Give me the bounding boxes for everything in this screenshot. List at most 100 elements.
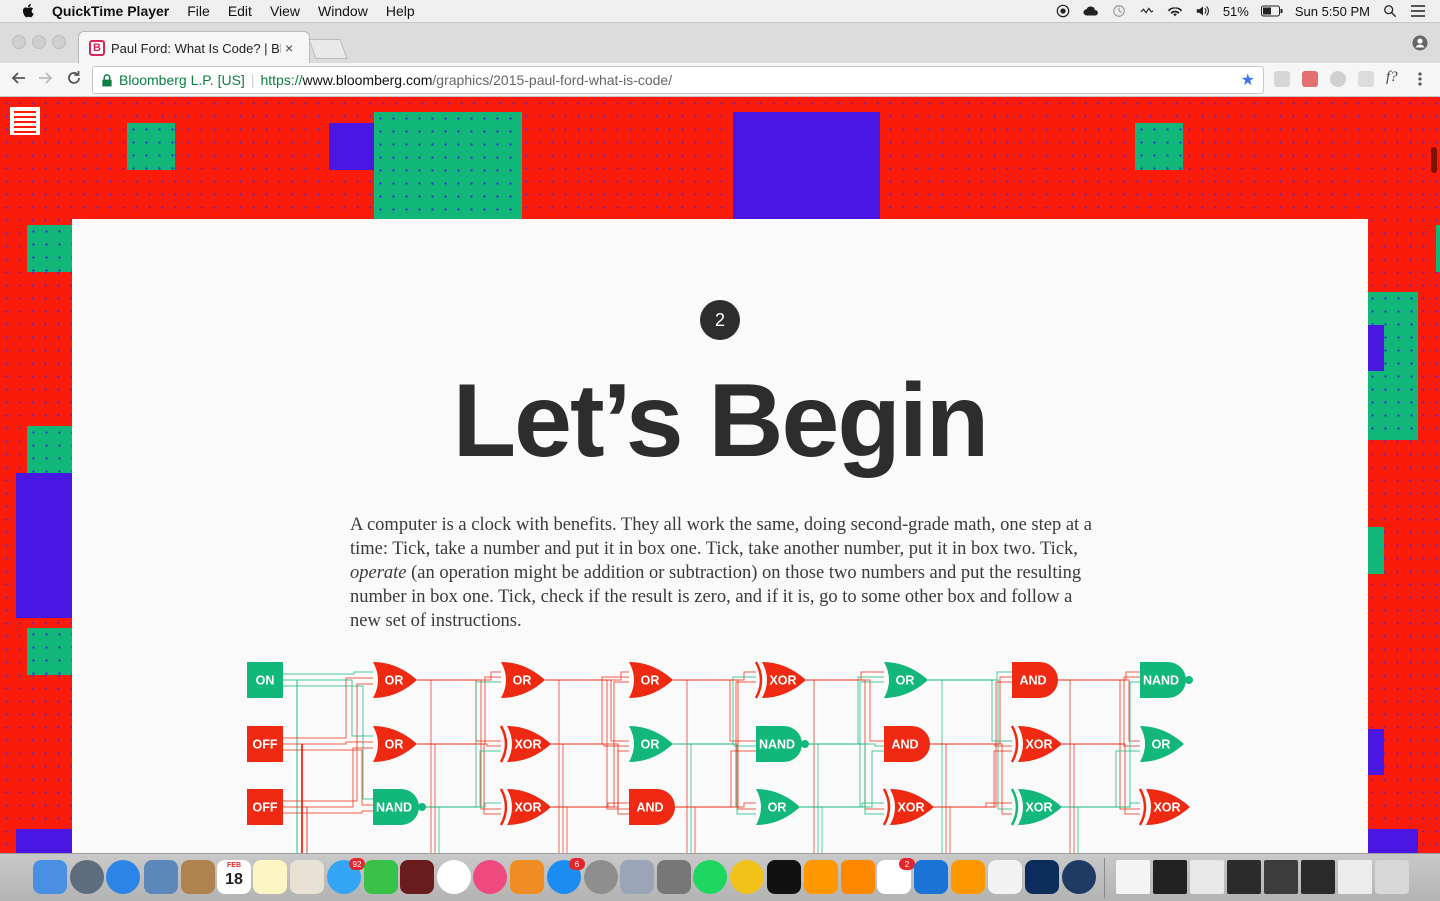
slack-icon[interactable]: 2 (877, 860, 911, 894)
deco-block (1366, 729, 1384, 775)
recent-window-thumbnail[interactable] (1264, 860, 1298, 894)
menu-edit[interactable]: Edit (228, 3, 252, 19)
textedit-icon[interactable] (988, 860, 1022, 894)
logic-gate-xor: XOR (884, 789, 934, 825)
clock[interactable]: Sun 5:50 PM (1295, 4, 1370, 19)
recent-window-thumbnail[interactable] (1227, 860, 1261, 894)
chrome-icon[interactable] (730, 860, 764, 894)
recent-window-thumbnail[interactable] (1190, 860, 1224, 894)
bloomberg-favicon-icon: B (89, 40, 105, 56)
browser-toolbar: Bloomberg L.P. [US] | https://www.bloomb… (0, 63, 1440, 97)
svg-text:OR: OR (513, 674, 532, 688)
battery-percent: 51% (1223, 4, 1249, 19)
url-scheme: https:// (260, 72, 302, 88)
zoom-window-button[interactable] (52, 35, 66, 49)
profile-icon[interactable] (1412, 35, 1428, 51)
ev-certificate-label[interactable]: Bloomberg L.P. [US] (119, 72, 245, 88)
photos-icon[interactable] (437, 860, 471, 894)
logic-gate-xor: XOR (756, 662, 806, 698)
circuit-input-on[interactable]: ON (247, 662, 283, 698)
address-bar[interactable]: Bloomberg L.P. [US] | https://www.bloomb… (92, 66, 1264, 94)
apple-menu-icon[interactable] (20, 3, 38, 19)
image-capture-icon[interactable] (620, 860, 654, 894)
tab-close-icon[interactable]: × (285, 40, 293, 56)
app-store-icon[interactable]: 6 (547, 860, 581, 894)
app-menu[interactable]: QuickTime Player (52, 3, 169, 19)
photo-booth-icon[interactable] (400, 860, 434, 894)
photoshop-icon[interactable] (1025, 860, 1059, 894)
deco-block (1366, 527, 1384, 574)
sourcetree-icon[interactable] (914, 860, 948, 894)
wire-layer (283, 672, 1140, 853)
deco-block (27, 628, 73, 675)
minimize-window-button[interactable] (32, 35, 46, 49)
record-icon[interactable] (1055, 4, 1071, 18)
notes-icon[interactable] (253, 860, 287, 894)
volume-icon[interactable] (1195, 4, 1211, 18)
spotify-icon[interactable] (693, 860, 727, 894)
sublime-icon[interactable] (951, 860, 985, 894)
logic-gate-nand: NAND (1140, 662, 1193, 698)
preview-icon[interactable] (144, 860, 178, 894)
bookmark-star-icon[interactable]: ★ (1241, 70, 1255, 90)
url-path: /graphics/2015-paul-ford-what-is-code/ (432, 72, 672, 88)
calculator-icon[interactable] (657, 860, 691, 894)
shield-extension-icon[interactable] (1330, 71, 1346, 87)
scrollbar-thumb[interactable] (1431, 147, 1437, 173)
recent-window-thumbnail[interactable] (1116, 860, 1150, 894)
creative-cloud-icon[interactable] (1083, 4, 1099, 18)
system-preferences-icon[interactable] (584, 860, 618, 894)
logic-gate-and: AND (1012, 662, 1058, 698)
itunes-icon[interactable] (473, 860, 507, 894)
k-extension-icon[interactable] (1358, 71, 1374, 87)
contacts-icon[interactable] (181, 860, 215, 894)
calendar-icon[interactable]: FEB 18 (217, 860, 251, 894)
trash-icon[interactable] (1375, 860, 1409, 894)
messages-icon[interactable]: 92 (327, 860, 361, 894)
formula-extension-icon[interactable]: f? (1386, 69, 1398, 86)
circuit-input-off[interactable]: OFF (247, 726, 283, 762)
finder-icon[interactable] (33, 860, 67, 894)
logic-gate-or: OR (629, 726, 673, 762)
ibooks-icon[interactable] (510, 860, 544, 894)
back-arrow-icon[interactable] (10, 70, 26, 86)
sublime-text-icon[interactable] (804, 860, 838, 894)
safari-icon[interactable] (106, 860, 140, 894)
menu-help[interactable]: Help (386, 3, 415, 19)
menu-window[interactable]: Window (318, 3, 368, 19)
menu-view[interactable]: View (270, 3, 300, 19)
svg-text:OR: OR (385, 674, 404, 688)
spotlight-search-icon[interactable] (1382, 4, 1398, 18)
browser-tab-active[interactable]: B Paul Ford: What Is Code? | Bl × (78, 31, 310, 64)
menu-file[interactable]: File (187, 3, 210, 19)
page-scrollbar[interactable] (1426, 97, 1440, 853)
quicktime-icon[interactable] (1062, 860, 1096, 894)
wifi-icon[interactable] (1167, 4, 1183, 18)
battery-icon[interactable] (1261, 4, 1283, 18)
forward-arrow-icon[interactable] (38, 70, 54, 86)
logic-gate-nand: NAND (756, 726, 809, 762)
vlc-icon[interactable] (841, 860, 875, 894)
facetime-icon[interactable] (364, 860, 398, 894)
notification-center-icon[interactable] (1410, 4, 1426, 18)
reload-icon[interactable] (66, 70, 82, 86)
recent-window-thumbnail[interactable] (1153, 860, 1187, 894)
circuit-input-off[interactable]: OFF (247, 789, 283, 825)
recent-window-thumbnail[interactable] (1338, 860, 1372, 894)
svg-text:XOR: XOR (897, 801, 924, 815)
recent-window-thumbnail[interactable] (1301, 860, 1335, 894)
hamburger-menu-icon[interactable] (10, 107, 40, 135)
launchpad-icon[interactable] (70, 860, 104, 894)
logic-gate-xor: XOR (501, 789, 551, 825)
maps-icon[interactable] (290, 860, 324, 894)
cast-extension-icon[interactable] (1274, 71, 1290, 87)
close-window-button[interactable] (12, 35, 26, 49)
svg-text:OR: OR (641, 674, 660, 688)
chrome-menu-icon[interactable] (1416, 71, 1424, 87)
time-machine-icon[interactable] (1111, 4, 1127, 18)
terminal-icon[interactable] (767, 860, 801, 894)
new-tab-button[interactable] (308, 39, 347, 59)
activity-icon[interactable] (1139, 4, 1155, 18)
deco-block (27, 225, 73, 272)
todo-extension-icon[interactable] (1302, 71, 1318, 87)
